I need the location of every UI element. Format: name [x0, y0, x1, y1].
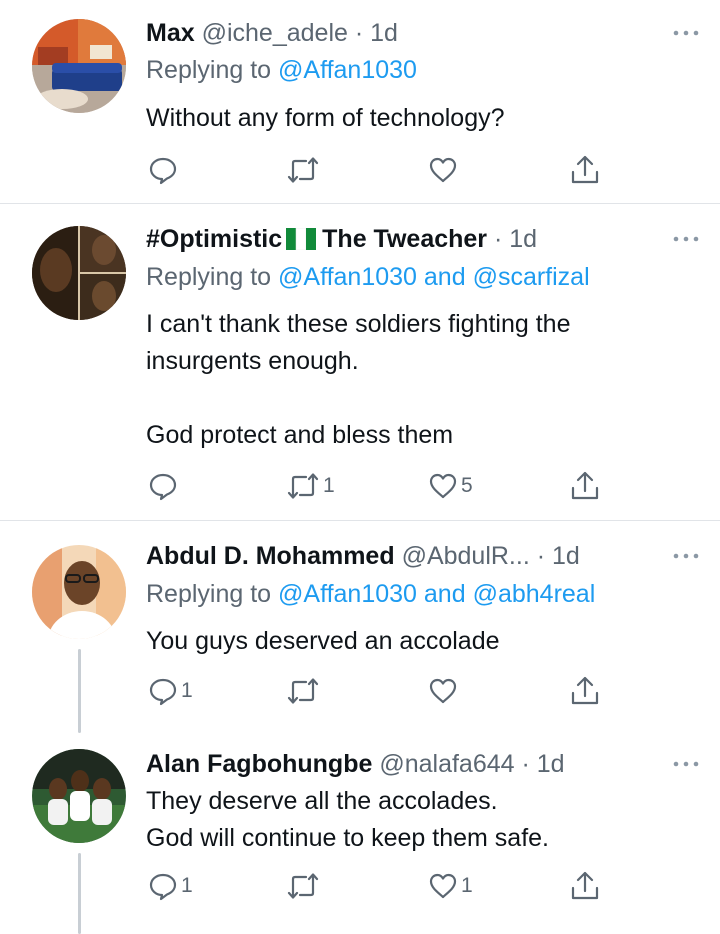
- share-icon: [570, 154, 600, 186]
- display-name-part1: #Optimistic: [146, 225, 283, 253]
- more-icon[interactable]: [670, 16, 702, 50]
- separator-dot: ·: [493, 225, 503, 253]
- share-button[interactable]: [570, 866, 600, 906]
- mention-link[interactable]: @Affan1030: [278, 263, 417, 291]
- timestamp[interactable]: 1d: [509, 225, 537, 253]
- avatar[interactable]: [32, 545, 126, 639]
- heart-icon: [428, 471, 458, 501]
- tweet-actions: 1 5: [140, 466, 610, 506]
- share-icon: [570, 470, 600, 502]
- user-handle[interactable]: @AbdulR...: [402, 542, 530, 570]
- heart-icon: [428, 871, 458, 901]
- replying-to-label: Replying to: [146, 56, 272, 84]
- replying-to: Replying to @Affan1030 and @abh4real: [146, 577, 595, 611]
- timestamp[interactable]: 1d: [552, 542, 580, 570]
- display-name[interactable]: Abdul D. Mohammed: [146, 542, 395, 570]
- replying-to-label: Replying to: [146, 580, 272, 608]
- share-button[interactable]: [570, 466, 600, 506]
- thread-connector: [78, 649, 81, 733]
- nigeria-flag-icon: [286, 225, 317, 259]
- like-count: 5: [461, 474, 473, 497]
- mention-link[interactable]: @Affan1030: [278, 580, 417, 608]
- share-icon: [570, 675, 600, 707]
- display-name[interactable]: Alan Fagbohungbe: [146, 750, 372, 778]
- avatar[interactable]: [32, 749, 126, 843]
- display-name[interactable]: Max: [146, 19, 195, 47]
- heart-icon: [428, 676, 458, 706]
- share-button[interactable]: [570, 150, 600, 190]
- retweet-icon: [286, 155, 320, 185]
- retweet-icon: [286, 676, 320, 706]
- tweet-text: They deserve all the accolades. God will…: [146, 787, 550, 852]
- display-name[interactable]: #Optimistic The Tweacher: [146, 225, 487, 253]
- tweet-actions: [140, 150, 610, 190]
- reply-button[interactable]: 1: [148, 671, 193, 711]
- replying-to: Replying to @Affan1030: [146, 53, 417, 87]
- replying-to: Replying to @Affan1030 and @scarfizal: [146, 260, 590, 294]
- tweet[interactable]: Max @iche_adele · 1d Replying to @Affan1…: [0, 0, 720, 203]
- tweet[interactable]: Alan Fagbohungbe @nalafa644 · 1d They de…: [0, 733, 720, 934]
- display-name-part2: The Tweacher: [322, 225, 488, 253]
- retweet-button[interactable]: [286, 150, 323, 190]
- replying-to-label: Replying to: [146, 263, 272, 291]
- separator-dot: ·: [536, 542, 546, 570]
- tweet[interactable]: #Optimistic The Tweacher · 1d Replying to…: [0, 204, 720, 519]
- tweet-header: Max @iche_adele · 1d: [146, 16, 700, 50]
- mention-link[interactable]: @scarfizal: [473, 263, 590, 291]
- like-button[interactable]: [428, 150, 461, 190]
- more-icon[interactable]: [670, 747, 702, 781]
- retweet-button[interactable]: [286, 866, 323, 906]
- tweet-header: #Optimistic The Tweacher · 1d: [146, 222, 700, 256]
- retweet-count: 1: [323, 474, 335, 497]
- avatar[interactable]: [32, 19, 126, 113]
- retweet-icon: [286, 471, 320, 501]
- user-handle[interactable]: @nalafa644: [379, 750, 514, 778]
- reply-icon: [148, 676, 178, 706]
- separator-dot: ·: [354, 19, 364, 47]
- like-button[interactable]: 5: [428, 466, 473, 506]
- reply-icon: [148, 871, 178, 901]
- reply-button[interactable]: [148, 150, 181, 190]
- reply-icon: [148, 471, 178, 501]
- tweet-header: Alan Fagbohungbe @nalafa644 · 1d: [146, 747, 700, 781]
- like-button[interactable]: 1: [428, 866, 473, 906]
- tweet-actions: 1: [140, 671, 610, 711]
- like-button[interactable]: [428, 671, 461, 711]
- mention-link[interactable]: @Affan1030: [278, 56, 417, 84]
- tweet-actions: 1 1: [140, 866, 610, 906]
- timestamp[interactable]: 1d: [537, 750, 565, 778]
- tweet-text: I can't thank these soldiers fighting th…: [146, 310, 571, 449]
- mention-joiner: and: [423, 263, 466, 291]
- reply-count: 1: [181, 874, 193, 897]
- tweet-text: Without any form of technology?: [146, 104, 505, 132]
- avatar[interactable]: [32, 226, 126, 320]
- reply-button[interactable]: 1: [148, 866, 193, 906]
- tweet[interactable]: Abdul D. Mohammed @AbdulR... · 1d Replyi…: [0, 521, 720, 733]
- mention-joiner: and: [423, 580, 466, 608]
- mention-link[interactable]: @abh4real: [473, 580, 596, 608]
- separator-dot: ·: [521, 750, 530, 778]
- reply-icon: [148, 155, 178, 185]
- thread-connector: [78, 853, 81, 934]
- reply-count: 1: [181, 679, 193, 702]
- user-handle[interactable]: @iche_adele: [202, 19, 348, 47]
- timestamp[interactable]: 1d: [370, 19, 398, 47]
- share-button[interactable]: [570, 671, 600, 711]
- like-count: 1: [461, 874, 473, 897]
- more-icon[interactable]: [670, 539, 702, 573]
- share-icon: [570, 870, 600, 902]
- tweet-header: Abdul D. Mohammed @AbdulR... · 1d: [146, 539, 700, 573]
- retweet-icon: [286, 871, 320, 901]
- heart-icon: [428, 155, 458, 185]
- tweet-text: You guys deserved an accolade: [146, 627, 500, 655]
- retweet-button[interactable]: [286, 671, 323, 711]
- retweet-button[interactable]: 1: [286, 466, 335, 506]
- reply-button[interactable]: [148, 466, 181, 506]
- more-icon[interactable]: [670, 222, 702, 256]
